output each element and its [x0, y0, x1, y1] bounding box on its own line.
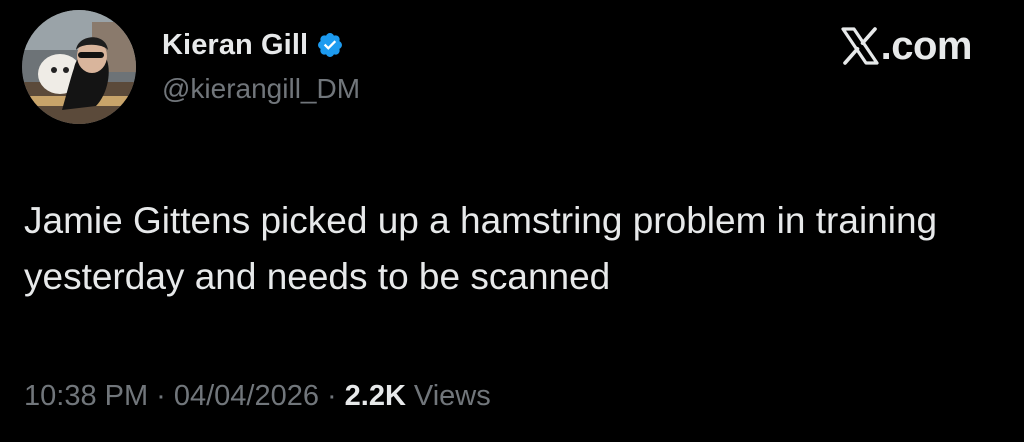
- brand-watermark: .com: [840, 23, 973, 68]
- x-logo-icon: [840, 27, 880, 65]
- views-label: Views: [413, 380, 491, 412]
- tweet-date[interactable]: 04/04/2026: [174, 380, 319, 413]
- avatar-image: [22, 10, 136, 124]
- meta-separator: ·: [156, 380, 166, 412]
- author-name-row: Kieran Gill: [162, 26, 344, 64]
- author-handle[interactable]: @kierangill_DM: [162, 73, 360, 105]
- tweet-meta: 10:38 PM · 04/04/2026 · 2.2K Views: [24, 380, 491, 413]
- views-count: 2.2K: [344, 380, 406, 412]
- tweet-card: Kieran Gill @kierangill_DM .com Jamie Gi…: [0, 0, 1024, 442]
- verified-badge-icon: [316, 31, 344, 59]
- meta-separator: ·: [326, 380, 337, 412]
- avatar[interactable]: [22, 10, 136, 124]
- tweet-time[interactable]: 10:38 PM: [24, 380, 148, 413]
- brand-text: .com: [880, 23, 973, 68]
- display-name[interactable]: Kieran Gill: [162, 29, 308, 62]
- tweet-text: Jamie Gittens picked up a hamstring prob…: [24, 200, 938, 297]
